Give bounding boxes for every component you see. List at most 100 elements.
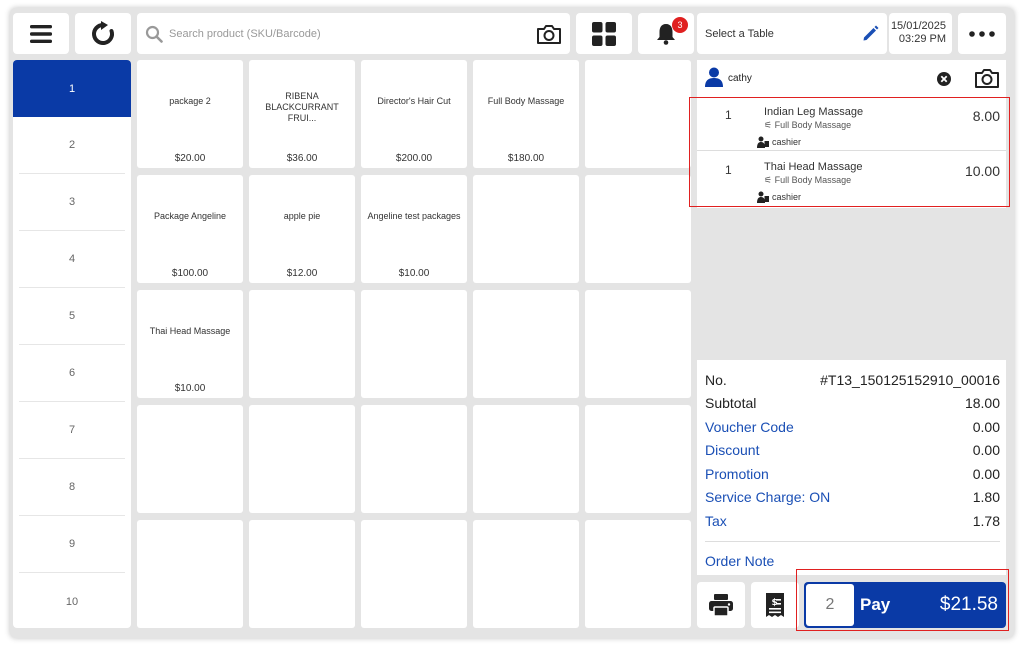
product-price: $10.00 — [174, 383, 206, 394]
product-name: package 2 — [169, 96, 211, 106]
category-item[interactable]: 6 — [19, 345, 125, 402]
promotion-link[interactable]: Promotion — [705, 466, 769, 482]
edit-pencil-icon[interactable] — [862, 25, 879, 42]
hamburger-icon — [30, 24, 52, 43]
product-tile[interactable]: Full Body Massage $180.00 — [473, 60, 579, 168]
product-tile[interactable]: Thai Head Massage $10.00 — [137, 290, 243, 398]
order-line[interactable]: 1 Thai Head Massage ⚟ Full Body Massage … — [697, 151, 1006, 206]
empty-tile — [137, 520, 243, 628]
table-selector[interactable]: Select a Table — [697, 13, 887, 54]
refresh-button[interactable] — [75, 13, 131, 54]
product-tile[interactable]: Angeline test packages $10.00 — [361, 175, 467, 283]
order-note-link[interactable]: Order Note — [705, 553, 774, 569]
product-tile[interactable]: apple pie $12.00 — [249, 175, 355, 283]
refresh-icon — [92, 20, 114, 45]
product-tile[interactable]: RIBENA BLACKCURRANT FRUI... $36.00 — [249, 60, 355, 168]
more-options-button[interactable] — [958, 13, 1006, 54]
tax-value: 1.78 — [972, 512, 1000, 529]
receipt-icon: $ — [766, 593, 784, 617]
search-bar[interactable]: Search product (SKU/Barcode) — [137, 13, 570, 54]
tax-row[interactable]: Tax 1.78 — [705, 509, 1000, 533]
category-item[interactable]: 4 — [19, 231, 125, 288]
category-list: 1 2 3 4 5 6 7 8 9 10 — [13, 60, 131, 628]
customer-name[interactable]: cathy — [728, 73, 752, 84]
category-item[interactable]: 7 — [19, 402, 125, 459]
product-tile[interactable]: Package Angeline $100.00 — [137, 175, 243, 283]
item-variant: ⚟ Full Body Massage — [764, 120, 852, 130]
menu-button[interactable] — [13, 13, 69, 54]
item-variant-text: Full Body Massage — [774, 175, 852, 185]
pay-button[interactable]: 2 Pay $21.58 — [804, 582, 1006, 628]
service-charge-value: 1.80 — [972, 489, 1000, 506]
product-price: $36.00 — [286, 153, 318, 164]
customer-bar: cathy — [697, 60, 1006, 96]
product-grid: package 2 $20.00 RIBENA BLACKCURRANT FRUI… — [137, 60, 694, 628]
product-name: Package Angeline — [153, 211, 227, 221]
order-number-value: #T13_150125152910_00016 — [820, 371, 1000, 388]
order-note-row[interactable]: Order Note — [705, 550, 1000, 574]
notifications-button[interactable]: 3 — [638, 13, 694, 54]
category-item[interactable]: 2 — [19, 117, 125, 174]
product-tile[interactable]: package 2 $20.00 — [137, 60, 243, 168]
user-icon — [705, 67, 723, 87]
service-charge-link[interactable]: Service Charge: ON — [705, 489, 830, 505]
order-number-label: No. — [705, 371, 727, 388]
staff-icon — [757, 191, 769, 203]
item-variant: ⚟ Full Body Massage — [764, 175, 852, 185]
discount-row[interactable]: Discount 0.00 — [705, 439, 1000, 463]
voucher-row[interactable]: Voucher Code 0.00 — [705, 415, 1000, 439]
tax-link[interactable]: Tax — [705, 513, 727, 529]
empty-tile — [473, 290, 579, 398]
item-name: Indian Leg Massage — [764, 106, 864, 118]
category-item[interactable]: 9 — [19, 516, 125, 573]
category-item[interactable]: 3 — [19, 174, 125, 231]
empty-tile — [585, 290, 691, 398]
category-item[interactable]: 8 — [19, 459, 125, 516]
date-text: 15/01/2025 — [890, 20, 946, 32]
product-name: Director's Hair Cut — [377, 96, 451, 106]
empty-tile — [473, 405, 579, 513]
empty-tile — [137, 405, 243, 513]
product-price: $20.00 — [174, 153, 206, 164]
empty-tile — [361, 290, 467, 398]
voucher-link[interactable]: Voucher Code — [705, 419, 794, 435]
receipt-button[interactable]: $ — [751, 582, 799, 628]
item-name: Thai Head Massage — [764, 161, 863, 173]
product-name: Thai Head Massage — [149, 326, 231, 336]
order-summary: No. #T13_150125152910_00016 Subtotal 18.00… — [697, 360, 1006, 575]
printer-icon — [709, 594, 733, 617]
grid-icon — [592, 21, 616, 46]
item-qty: 1 — [725, 163, 732, 177]
product-price: $12.00 — [286, 268, 318, 279]
discount-link[interactable]: Discount — [705, 442, 759, 458]
service-charge-row[interactable]: Service Charge: ON 1.80 — [705, 486, 1000, 510]
product-price: $200.00 — [395, 153, 433, 164]
category-item[interactable]: 5 — [19, 288, 125, 345]
order-line[interactable]: 1 Indian Leg Massage ⚟ Full Body Massage… — [697, 96, 1006, 151]
empty-tile — [585, 405, 691, 513]
promotion-row[interactable]: Promotion 0.00 — [705, 462, 1000, 486]
item-price: 10.00 — [964, 163, 1000, 179]
empty-tile — [473, 520, 579, 628]
print-button[interactable] — [697, 582, 745, 628]
item-staff: cashier — [757, 191, 801, 203]
order-items-list: 1 Indian Leg Massage ⚟ Full Body Massage… — [697, 96, 1006, 208]
subtotal-value: 18.00 — [964, 395, 1000, 412]
category-item[interactable]: 1 — [13, 60, 131, 117]
time-text: 03:29 PM — [898, 33, 946, 45]
product-price: $10.00 — [398, 268, 430, 279]
summary-divider — [705, 540, 1000, 542]
product-tile[interactable]: Director's Hair Cut $200.00 — [361, 60, 467, 168]
product-price: $180.00 — [507, 153, 545, 164]
category-item[interactable]: 10 — [19, 573, 125, 628]
camera-icon[interactable] — [536, 23, 562, 45]
search-input[interactable]: Search product (SKU/Barcode) — [169, 28, 536, 40]
item-count: 2 — [806, 584, 854, 626]
grid-view-button[interactable] — [576, 13, 632, 54]
remove-customer-icon[interactable] — [937, 72, 951, 86]
empty-tile — [249, 290, 355, 398]
empty-tile — [361, 405, 467, 513]
camera-icon[interactable] — [974, 67, 1000, 89]
staff-name: cashier — [772, 137, 802, 147]
item-price: 8.00 — [972, 108, 1000, 124]
